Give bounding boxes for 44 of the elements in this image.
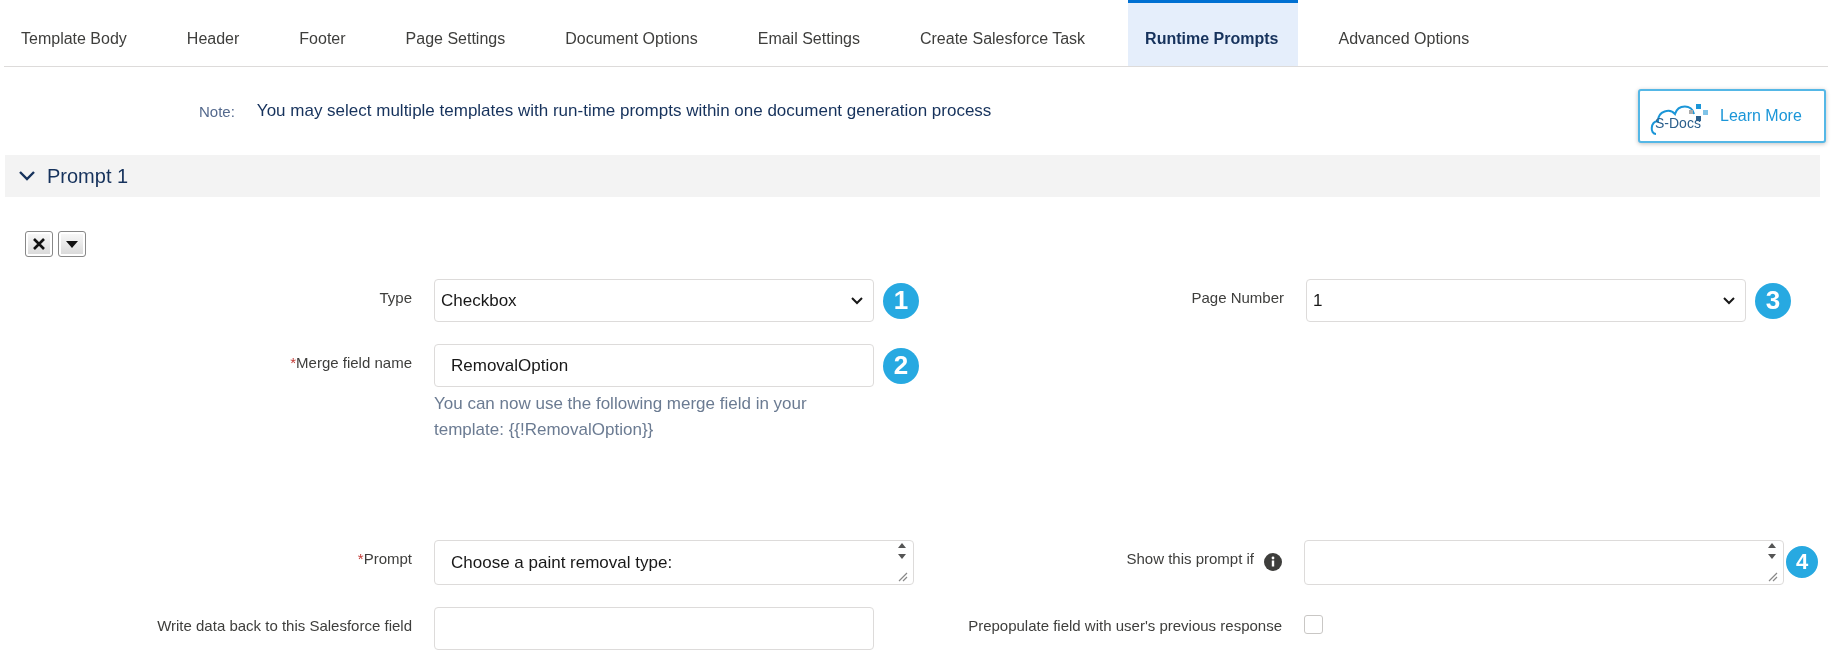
field-label: Prepopulate field with user's previous response [967,616,1282,634]
resize-handle-icon[interactable] [1766,570,1778,582]
checkbox[interactable] [1304,615,1323,634]
dropdown-button[interactable] [58,231,86,257]
scroll-arrows-icon [1767,543,1777,559]
field-label: Write data back to this Salesforce field [156,616,412,634]
step-number-badge: 2 [883,347,919,384]
logo-text: S-Docs [1655,115,1701,131]
tab[interactable]: Footer [282,0,366,66]
help-text: You can now use the following merge field in your template: {{!RemovalOption}} [434,393,808,441]
field-label: *Prompt [356,549,412,567]
chevron-down-icon [1723,296,1735,305]
resize-handle-icon[interactable] [896,570,908,582]
section-header[interactable]: Prompt 1 [5,155,1820,197]
field-label: Show this prompt if [1126,550,1254,569]
tab[interactable]: Header [169,0,260,66]
step-number-badge: 4 [1784,544,1820,580]
tab[interactable]: Advanced Options [1321,0,1490,66]
dropdown-field[interactable]: Checkbox [434,279,874,322]
field-label: Page Number [1190,288,1284,306]
note-label: Note: [199,102,235,120]
scroll-arrows-icon [897,543,907,559]
info-icon[interactable] [1264,553,1282,571]
chevron-down-icon [851,296,863,305]
tab[interactable]: Template Body [4,0,147,66]
tab[interactable]: Runtime Prompts [1128,0,1299,66]
text-area[interactable]: Choose a paint removal type: [434,540,914,585]
text-field[interactable]: RemovalOption [434,344,874,387]
note-text: You may select multiple templates with run-time prompts within one document generation process [256,101,992,121]
step-number-badge: 3 [1755,282,1791,319]
section-title: Prompt 1 [47,164,129,188]
tab[interactable]: Page Settings [388,0,526,66]
step-number-badge: 1 [883,282,919,319]
close-icon [33,238,45,250]
dropdown-field[interactable]: 1 [1306,279,1746,322]
tab[interactable]: Document Options [548,0,718,66]
tab[interactable]: Create Salesforce Task [903,0,1106,66]
tab[interactable]: Email Settings [740,0,880,66]
field-label: Type [378,288,412,306]
learn-more-button[interactable]: S-Docs Learn More [1638,89,1826,143]
delete-button[interactable] [25,231,53,257]
field-label: *Merge field name [289,353,412,371]
triangle-down-icon [66,240,78,248]
text-field[interactable] [434,607,874,650]
